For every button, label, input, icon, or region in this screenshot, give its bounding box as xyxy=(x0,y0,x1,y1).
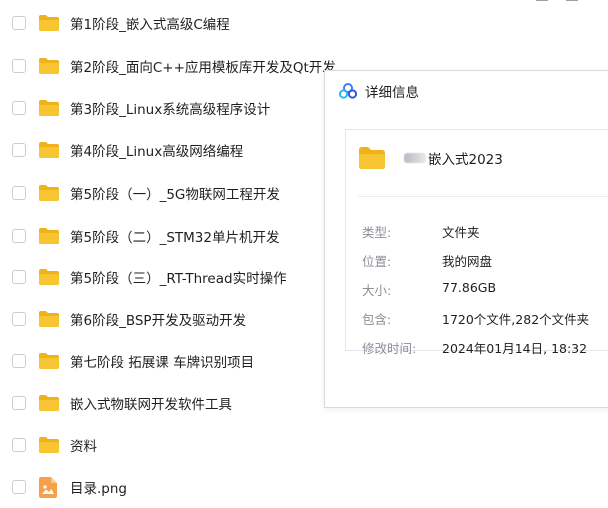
detail-title: 详细信息 xyxy=(365,85,419,101)
folder-summary: 嵌入式2023 xyxy=(358,146,503,170)
checkbox[interactable] xyxy=(12,312,26,326)
checkbox[interactable] xyxy=(12,16,26,30)
checkbox[interactable] xyxy=(12,354,26,368)
file-name[interactable]: 第2阶段_面向C++应用模板库开发及Qt开发 xyxy=(70,56,336,76)
info-row-size: 大小: 77.86GB xyxy=(362,280,496,299)
file-name[interactable]: 第6阶段_BSP开发及驱动开发 xyxy=(70,309,246,329)
folder-icon xyxy=(39,142,59,158)
info-label: 修改时间: xyxy=(362,341,417,356)
info-value: 2024年01月14日, 18:32 xyxy=(442,341,588,356)
checkbox[interactable] xyxy=(12,186,26,200)
file-name[interactable]: 嵌入式物联网开发软件工具 xyxy=(70,393,232,413)
checkbox[interactable] xyxy=(12,438,26,452)
folder-icon xyxy=(39,353,59,369)
file-name[interactable]: 目录.png xyxy=(70,477,127,497)
folder-icon xyxy=(39,311,59,327)
checkbox[interactable] xyxy=(12,270,26,284)
file-name[interactable]: 第4阶段_Linux高级网络编程 xyxy=(70,140,243,160)
checkbox[interactable] xyxy=(12,396,26,410)
info-row-contains: 包含: 1720个文件,282个文件夹 xyxy=(362,309,589,328)
list-item[interactable]: 目录.png xyxy=(0,470,608,504)
checkbox[interactable] xyxy=(12,229,26,243)
checkbox[interactable] xyxy=(12,480,26,494)
folder-icon xyxy=(359,147,385,169)
checkbox[interactable] xyxy=(12,59,26,73)
file-name[interactable]: 第5阶段（三）_RT-Thread实时操作 xyxy=(70,267,287,287)
file-name[interactable]: 第5阶段（一）_5G物联网工程开发 xyxy=(70,183,280,203)
file-name[interactable]: 资料 xyxy=(70,435,97,455)
list-item[interactable]: 第1阶段_嵌入式高级C编程 xyxy=(0,6,608,40)
info-value: 文件夹 xyxy=(442,225,480,240)
folder-icon xyxy=(39,395,59,411)
folder-icon xyxy=(39,58,59,74)
file-name[interactable]: 第5阶段（二）_STM32单片机开发 xyxy=(70,226,279,246)
divider xyxy=(358,196,608,197)
folder-icon xyxy=(39,100,59,116)
checkbox[interactable] xyxy=(12,143,26,157)
file-name[interactable]: 第3阶段_Linux系统高级程序设计 xyxy=(70,98,270,118)
detail-panel: 详细信息 嵌入式2023 类型: 文件夹 位置: 我的网盘 大小: 77.86G… xyxy=(324,70,608,408)
file-name[interactable]: 第1阶段_嵌入式高级C编程 xyxy=(70,13,230,33)
info-value: 77.86GB xyxy=(442,280,497,295)
folder-icon xyxy=(39,437,59,453)
image-file-icon xyxy=(39,476,57,498)
toolbar-edge xyxy=(536,0,578,1)
checkbox[interactable] xyxy=(12,101,26,115)
cloud-logo-icon xyxy=(339,83,357,99)
toolbar-mark xyxy=(536,0,548,1)
info-label: 大小: xyxy=(362,283,392,298)
detail-header: 详细信息 xyxy=(339,81,419,101)
info-row-location: 位置: 我的网盘 xyxy=(362,251,492,270)
folder-icon xyxy=(39,185,59,201)
info-value: 我的网盘 xyxy=(442,254,493,269)
info-label: 位置: xyxy=(362,254,392,269)
detail-card: 嵌入式2023 类型: 文件夹 位置: 我的网盘 大小: 77.86GB 包含:… xyxy=(345,129,608,356)
info-row-type: 类型: 文件夹 xyxy=(362,222,480,241)
file-name[interactable]: 第七阶段 拓展课 车牌识别项目 xyxy=(70,351,254,371)
folder-icon xyxy=(39,15,59,31)
info-label: 包含: xyxy=(362,312,392,327)
toolbar-mark xyxy=(566,0,578,1)
folder-icon xyxy=(39,228,59,244)
list-item[interactable]: 资料 xyxy=(0,428,608,462)
info-label: 类型: xyxy=(362,225,392,240)
folder-icon xyxy=(39,269,59,285)
redacted-text xyxy=(404,153,426,163)
info-value: 1720个文件,282个文件夹 xyxy=(442,312,590,327)
folder-name: 嵌入式2023 xyxy=(428,152,503,168)
file-browser: 第1阶段_嵌入式高级C编程 第2阶段_面向C++应用模板库开发及Qt开发 第3阶… xyxy=(0,0,608,508)
info-row-modified: 修改时间: 2024年01月14日, 18:32 xyxy=(362,338,587,357)
